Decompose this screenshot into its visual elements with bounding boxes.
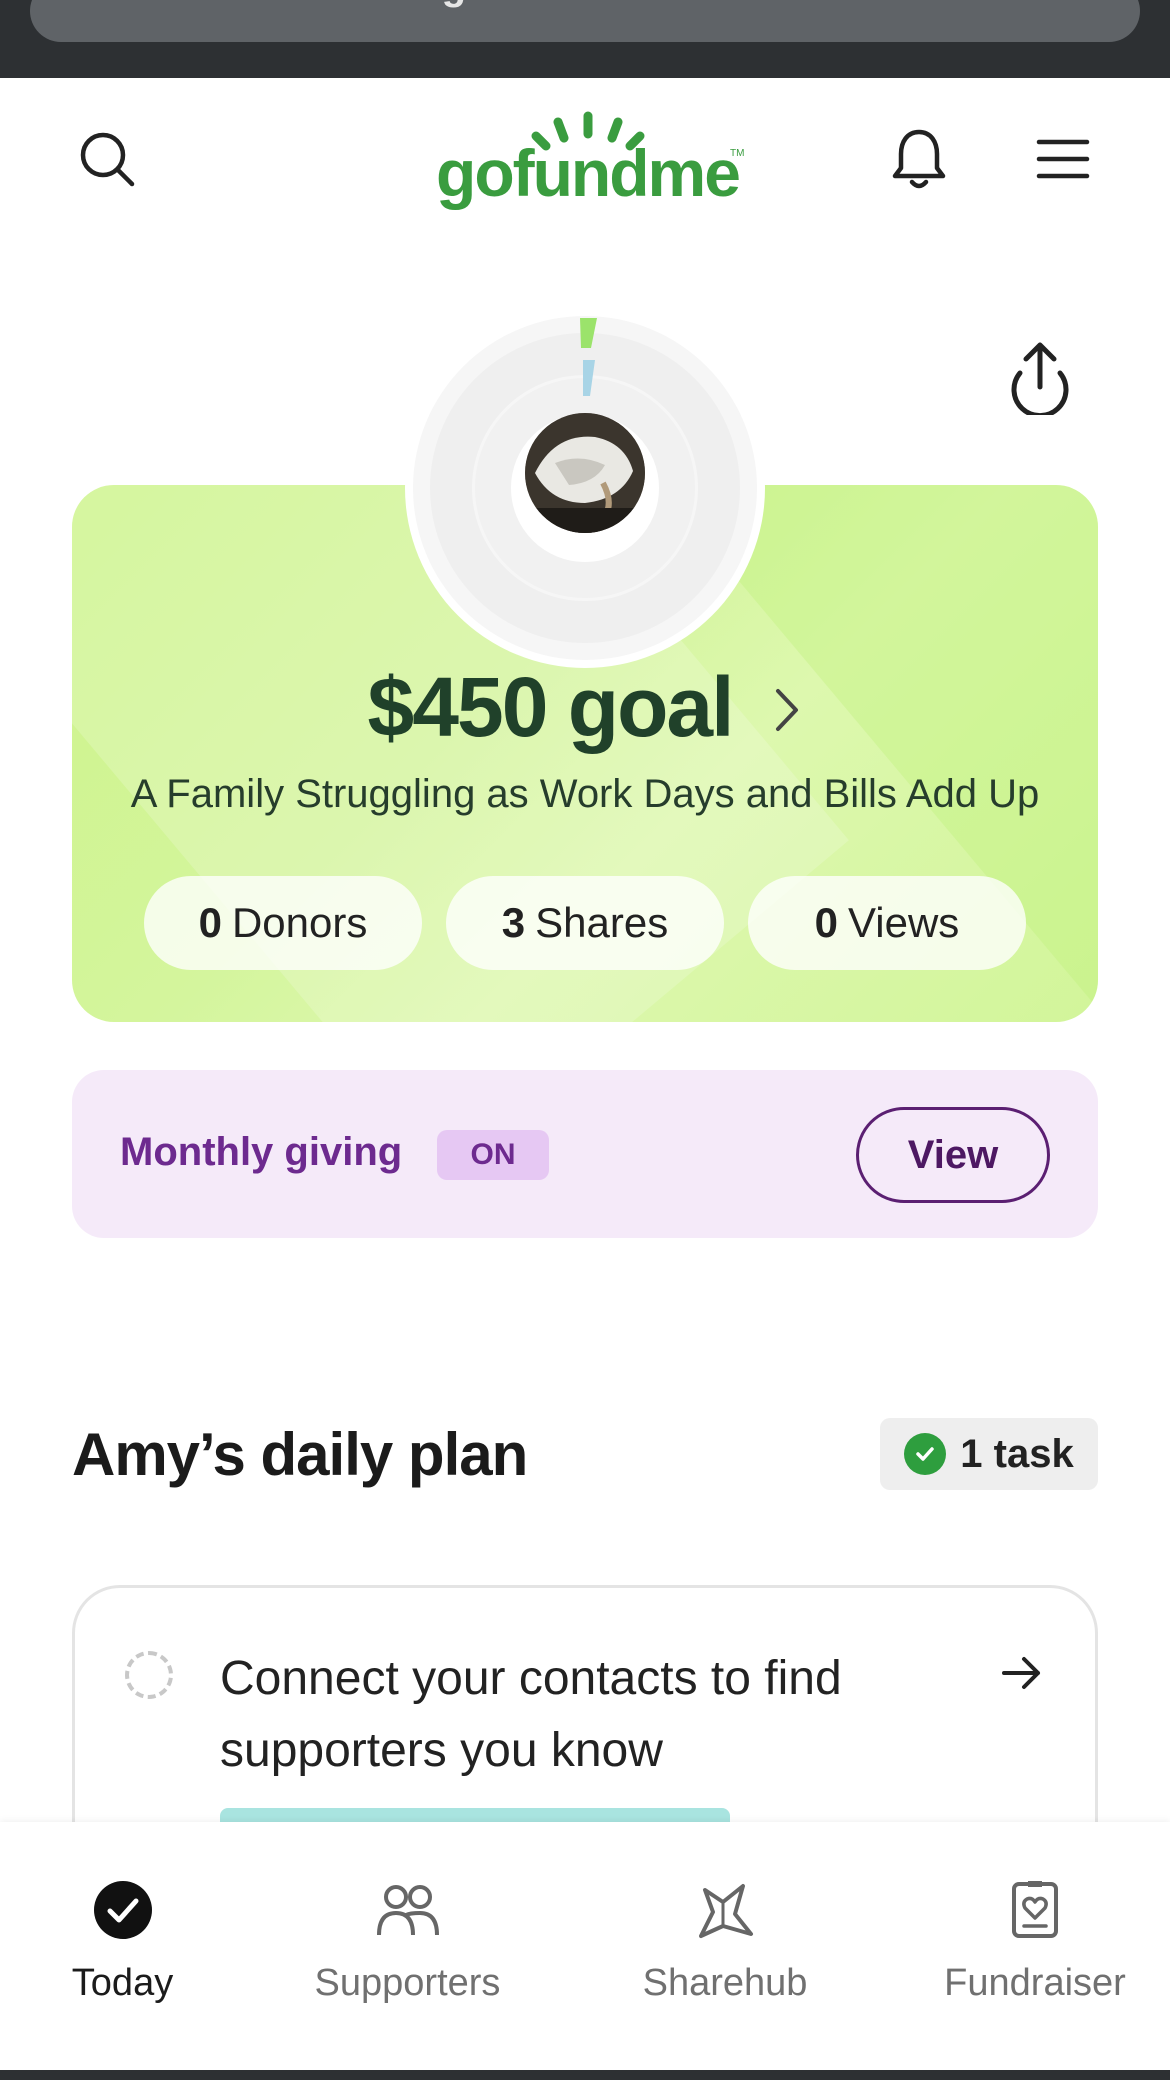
- bottom-nav: Today Supporters Sharehub Fundraiser: [0, 1822, 1170, 2072]
- home-indicator: [0, 2070, 1170, 2080]
- task-count-badge: 1 task: [880, 1418, 1098, 1490]
- stat-label: Shares: [535, 899, 669, 946]
- check-circle-icon: [904, 1433, 947, 1475]
- stat-donors[interactable]: 0 Donors: [144, 876, 422, 970]
- task-text: Connect your contacts to find supporters…: [220, 1652, 842, 1777]
- stat-views[interactable]: 0 Views: [748, 876, 1026, 970]
- nav-supporters[interactable]: Supporters: [300, 1822, 515, 2022]
- daily-plan-title: Amy’s daily plan: [72, 1421, 528, 1488]
- logo-tm: TM: [730, 148, 744, 159]
- gofundme-logo[interactable]: gofundme TM: [428, 108, 748, 218]
- check-circle-icon: [91, 1878, 155, 1942]
- progress-ring: [405, 308, 765, 668]
- nav-label: Today: [71, 1962, 174, 2004]
- campaign-photo-image: [525, 413, 645, 533]
- logo-sun-icon: gofundme TM: [436, 111, 744, 210]
- people-icon: [376, 1878, 440, 1942]
- app-header: gofundme TM: [0, 78, 1170, 248]
- url-text[interactable]: gofundme.com: [30, 0, 1140, 9]
- task-status-icon[interactable]: [125, 1651, 173, 1699]
- stat-label: Views: [848, 899, 960, 946]
- task-count: 1 task: [960, 1431, 1074, 1476]
- monthly-giving-card: Monthly giving ON View: [72, 1070, 1098, 1238]
- logo-text: gofundme: [436, 136, 739, 210]
- arrow-right-icon[interactable]: [1000, 1653, 1044, 1693]
- url-bar[interactable]: ✦ gofundme.com: [30, 0, 1140, 42]
- fundraiser-icon: [1003, 1878, 1067, 1942]
- status-badge: ON: [437, 1130, 549, 1180]
- nav-sharehub[interactable]: Sharehub: [630, 1822, 820, 2022]
- stat-count: 0: [198, 899, 222, 946]
- chevron-right-icon: [776, 688, 799, 731]
- upload-share-icon: [1011, 342, 1069, 419]
- monthly-giving-label: Monthly giving: [120, 1130, 403, 1174]
- goal-header[interactable]: $450 goal: [0, 660, 1170, 755]
- nav-fundraiser[interactable]: Fundraiser: [940, 1822, 1130, 2022]
- menu-icon: [1036, 139, 1090, 179]
- bell-icon: [892, 129, 946, 189]
- search-button[interactable]: [72, 124, 142, 194]
- browser-toolbar: ✦ gofundme.com: [0, 0, 1170, 78]
- notifications-button[interactable]: [884, 124, 954, 194]
- stat-shares[interactable]: 3 Shares: [446, 876, 724, 970]
- nav-label: Sharehub: [642, 1962, 808, 2004]
- goal-amount: $450 goal: [367, 660, 735, 754]
- campaign-photo[interactable]: [525, 413, 645, 533]
- search-icon: [80, 132, 135, 187]
- menu-button[interactable]: [1028, 124, 1098, 194]
- campaign-title: A Family Struggling as Work Days and Bil…: [130, 772, 1040, 816]
- nav-label: Fundraiser: [944, 1962, 1126, 2004]
- share-button[interactable]: [1000, 335, 1080, 419]
- share-star-icon: [693, 1878, 757, 1942]
- stat-label: Donors: [231, 899, 368, 946]
- view-button[interactable]: View: [856, 1107, 1050, 1203]
- nav-label: Supporters: [314, 1962, 501, 2004]
- nav-today[interactable]: Today: [50, 1822, 195, 2022]
- stat-count: 3: [501, 899, 526, 946]
- stat-count: 0: [814, 899, 839, 946]
